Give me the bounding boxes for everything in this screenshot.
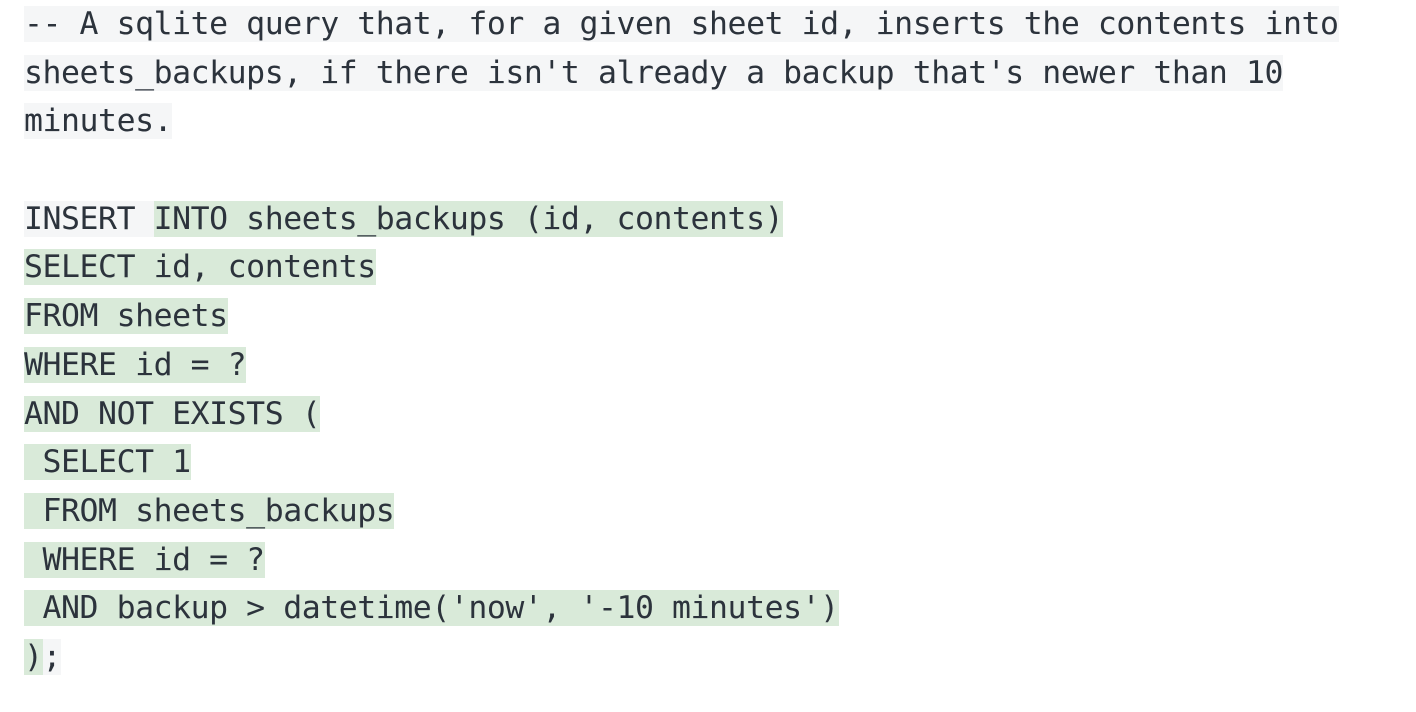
sql-line-5-segment-1: AND NOT EXISTS (	[24, 395, 321, 432]
comment-line-3: minutes.	[24, 97, 1416, 146]
sql-line-6: SELECT 1	[24, 438, 1416, 487]
sql-line-10: );	[24, 633, 1416, 682]
code-snippet-block[interactable]: -- A sqlite query that, for a given shee…	[24, 0, 1416, 682]
sql-line-6-segment-1: SELECT 1	[24, 444, 191, 481]
sql-line-4-segment-1: WHERE id = ?	[24, 346, 247, 383]
sql-line-1-segment-2: INTO sheets_backups (id, contents)	[153, 200, 784, 237]
sql-line-8: WHERE id = ?	[24, 536, 1416, 585]
sql-line-2: SELECT id, contents	[24, 243, 1416, 292]
comment-line-2: sheets_backups, if there isn't already a…	[24, 49, 1416, 98]
sql-line-3: FROM sheets	[24, 292, 1416, 341]
sql-line-4: WHERE id = ?	[24, 341, 1416, 390]
sql-line-8-segment-1: WHERE id = ?	[24, 541, 265, 578]
comment-line-1-segment-1: -- A sqlite query that, for a given shee…	[24, 6, 1339, 42]
sql-line-2-segment-1: SELECT id, contents	[24, 249, 376, 286]
sql-line-7: FROM sheets_backups	[24, 487, 1416, 536]
sql-line-5: AND NOT EXISTS (	[24, 390, 1416, 439]
sql-line-1-segment-1: INSERT	[24, 200, 154, 237]
sql-line-9: AND backup > datetime('now', '-10 minute…	[24, 584, 1416, 633]
comment-line-1: -- A sqlite query that, for a given shee…	[24, 0, 1416, 49]
sql-line-9-segment-1: AND backup > datetime('now', '-10 minute…	[24, 590, 839, 627]
sql-line-3-segment-1: FROM sheets	[24, 298, 228, 335]
sql-line-7-segment-1: FROM sheets_backups	[24, 492, 395, 529]
sql-line-1: INSERT INTO sheets_backups (id, contents…	[24, 195, 1416, 244]
comment-line-3-segment-1: minutes.	[24, 103, 173, 140]
comment-line-2-segment-1: sheets_backups, if there isn't already a…	[24, 54, 1283, 91]
sql-line-10-segment-1: )	[24, 638, 43, 675]
sql-line-10-segment-2: ;	[42, 638, 62, 675]
